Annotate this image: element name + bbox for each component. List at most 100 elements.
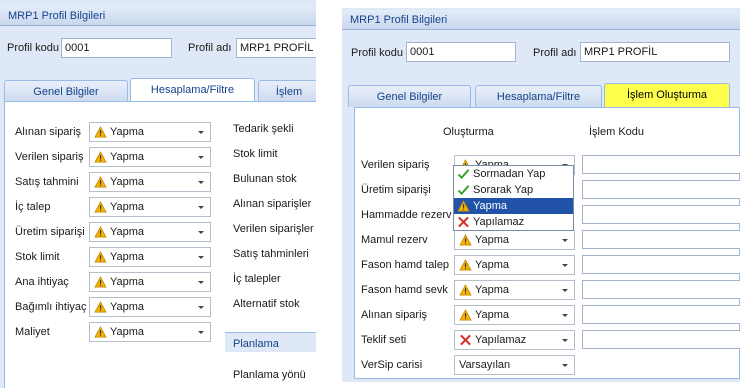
select-value: Yapma — [110, 176, 145, 188]
chevron-down-icon[interactable] — [198, 256, 204, 259]
islem-kodu-input[interactable] — [582, 180, 740, 199]
dropdown-option[interactable]: Sorarak Yap — [454, 182, 573, 198]
filter-label: Satış tahminleri — [233, 248, 309, 260]
olusturma-select[interactable]: Yapma — [89, 197, 211, 217]
islem-kodu-input[interactable] — [582, 305, 740, 324]
islem-kodu-input[interactable] — [582, 330, 740, 349]
chevron-down-icon[interactable] — [198, 281, 204, 284]
tab-genel-bilgiler[interactable]: Genel Bilgiler — [348, 85, 471, 107]
tab-islem[interactable]: İşlem — [258, 80, 316, 102]
olusturma-select[interactable]: Yapma — [89, 272, 211, 292]
olusturma-column-header: Oluşturma — [443, 126, 494, 138]
select-value: Yapma — [475, 234, 510, 246]
warning-icon — [459, 259, 472, 271]
profil-adi-label: Profil adı — [188, 42, 232, 54]
chevron-down-icon[interactable] — [562, 289, 568, 292]
profil-kodu-input[interactable]: 0001 — [61, 38, 172, 58]
profil-kodu-label: Profil kodu — [7, 42, 59, 54]
tab-content: Alınan sipariş Yapma Verilen sipariş Yapma S… — [4, 101, 316, 388]
planlama-header: Planlama — [225, 332, 316, 352]
olusturma-select[interactable]: Yapma — [454, 305, 575, 325]
check-icon — [457, 184, 470, 196]
warning-icon — [94, 276, 107, 288]
profil-kodu-label: Profil kodu — [351, 47, 403, 59]
warning-icon — [94, 301, 107, 313]
warning-icon — [94, 126, 107, 138]
olusturma-select[interactable]: Yapma — [454, 280, 575, 300]
select-value: Yapma — [110, 126, 145, 138]
dropdown-option[interactable]: Yapma — [454, 198, 573, 214]
chevron-down-icon[interactable] — [198, 331, 204, 334]
select-value: Yapılamaz — [475, 334, 527, 346]
select-value: Yapma — [475, 309, 510, 321]
select-value: Yapma — [110, 251, 145, 263]
tab-content: Oluşturma İşlem Kodu Verilen sipariş Yapm… — [354, 107, 740, 379]
select-value: Yapma — [110, 201, 145, 213]
row-label: Fason hamd talep — [361, 259, 450, 271]
tab-hesaplama-filtre[interactable]: Hesaplama/Filtre — [475, 85, 602, 107]
dropdown-option[interactable]: Yapılamaz — [454, 214, 573, 230]
select-value: Yapma — [110, 226, 145, 238]
chevron-down-icon[interactable] — [198, 181, 204, 184]
select-value: Yapma — [110, 276, 145, 288]
islem-kodu-input[interactable] — [582, 205, 740, 224]
profil-adi-input[interactable]: MRP1 PROFİL — [580, 42, 730, 62]
olusturma-select[interactable]: Yapma — [454, 255, 575, 275]
warning-icon — [457, 200, 470, 212]
profil-kodu-input[interactable]: 0001 — [406, 42, 516, 62]
chevron-down-icon[interactable] — [562, 264, 568, 267]
islem-kodu-input[interactable] — [582, 255, 740, 274]
islem-kodu-column-header: İşlem Kodu — [589, 126, 645, 138]
tab-genel-bilgiler[interactable]: Genel Bilgiler — [4, 80, 128, 102]
chevron-down-icon[interactable] — [198, 206, 204, 209]
chevron-down-icon[interactable] — [562, 339, 568, 342]
olusturma-dropdown-list[interactable]: Sormadan Yap Sorarak Yap Yapma Yapılamaz — [453, 165, 574, 231]
right-profile-window: MRP1 Profil Bilgileri Profil kodu 0001 P… — [342, 8, 740, 382]
olusturma-select[interactable]: Yapma — [89, 322, 211, 342]
dropdown-option-label: Sorarak Yap — [473, 184, 534, 196]
row-label: Maliyet — [15, 326, 50, 338]
row-label: Ana ihtiyaç — [15, 276, 69, 288]
filter-label: Tedarik şekli — [233, 123, 294, 135]
warning-icon — [459, 234, 472, 246]
filter-label: Verilen siparişler — [233, 223, 314, 235]
chevron-down-icon[interactable] — [198, 231, 204, 234]
warning-icon — [94, 226, 107, 238]
row-label: Satış tahmini — [15, 176, 79, 188]
planlama-yonu-label: Planlama yönü — [233, 369, 306, 381]
dropdown-option[interactable]: Sormadan Yap — [454, 166, 573, 182]
tab-islem-olusturma[interactable]: İşlem Oluşturma — [604, 83, 730, 107]
row-label: Verilen sipariş — [15, 151, 84, 163]
chevron-down-icon[interactable] — [198, 156, 204, 159]
olusturma-select[interactable]: Yapma — [454, 230, 575, 250]
olusturma-select[interactable]: Varsayılan — [454, 355, 575, 375]
islem-kodu-input[interactable] — [582, 155, 740, 174]
row-label: Hammadde rezerv — [361, 209, 452, 221]
olusturma-select[interactable]: Yapma — [89, 172, 211, 192]
row-label: Alınan sipariş — [15, 126, 82, 138]
filter-label: Stok limit — [233, 148, 278, 160]
cross-icon — [459, 334, 472, 346]
warning-icon — [94, 201, 107, 213]
warning-icon — [94, 326, 107, 338]
chevron-down-icon[interactable] — [198, 131, 204, 134]
profil-adi-input[interactable]: MRP1 PROFİL — [236, 38, 316, 58]
chevron-down-icon[interactable] — [198, 306, 204, 309]
warning-icon — [459, 309, 472, 321]
olusturma-select[interactable]: Yapma — [89, 297, 211, 317]
islem-kodu-input[interactable] — [582, 280, 740, 299]
olusturma-select[interactable]: Yapma — [89, 122, 211, 142]
row-label: Üretim siparişi — [361, 184, 431, 196]
islem-kodu-input[interactable] — [582, 230, 740, 249]
chevron-down-icon[interactable] — [562, 364, 568, 367]
olusturma-select[interactable]: Yapma — [89, 222, 211, 242]
olusturma-select[interactable]: Yapılamaz — [454, 330, 575, 350]
tab-hesaplama-filtre[interactable]: Hesaplama/Filtre — [130, 78, 255, 102]
olusturma-select[interactable]: Yapma — [89, 247, 211, 267]
olusturma-select[interactable]: Yapma — [89, 147, 211, 167]
left-profile-window: MRP1 Profil Bilgileri Profil kodu 0001 P… — [0, 0, 316, 388]
dropdown-option-label: Yapma — [473, 200, 508, 212]
chevron-down-icon[interactable] — [562, 314, 568, 317]
chevron-down-icon[interactable] — [562, 239, 568, 242]
row-label: Teklif seti — [361, 334, 407, 346]
